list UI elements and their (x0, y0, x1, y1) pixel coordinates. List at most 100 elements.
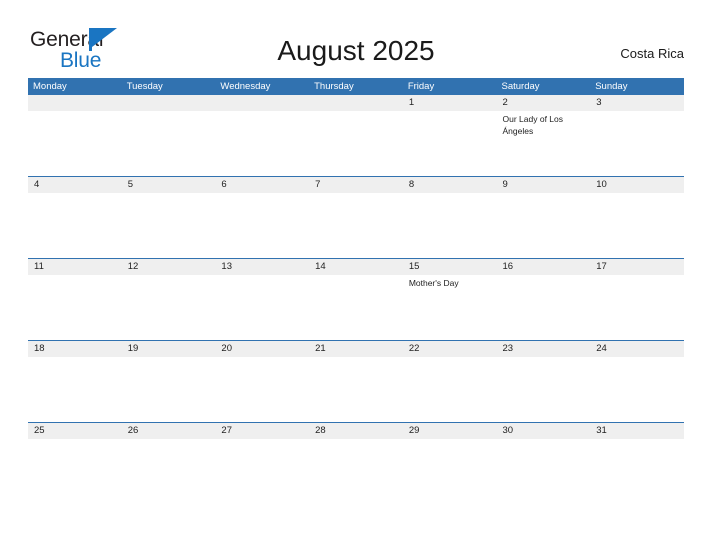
day-number[interactable]: 9 (497, 177, 591, 193)
region-label: Costa Rica (620, 46, 684, 61)
calendar-page: General Blue August 2025 Costa Rica Mond… (0, 0, 712, 550)
week-events-band (28, 357, 684, 422)
flag-triangle (92, 28, 117, 47)
weekday-friday: Friday (407, 81, 435, 92)
weekday-thursday: Thursday (314, 81, 354, 92)
day-event[interactable] (215, 275, 309, 340)
day-event[interactable] (590, 111, 684, 176)
day-number[interactable]: 19 (122, 341, 216, 357)
calendar-grid: Monday Tuesday Wednesday Thursday Friday… (28, 78, 684, 511)
day-event[interactable] (215, 439, 309, 511)
day-number[interactable]: 2 (497, 95, 591, 111)
day-number[interactable]: 14 (309, 259, 403, 275)
day-number[interactable]: 30 (497, 423, 591, 439)
week-row: 1 2 3 Our Lady of Los Ángeles (28, 95, 684, 176)
day-number[interactable]: 26 (122, 423, 216, 439)
day-event[interactable] (403, 193, 497, 258)
day-event[interactable] (497, 193, 591, 258)
day-number[interactable]: 8 (403, 177, 497, 193)
day-event[interactable] (309, 111, 403, 176)
day-event[interactable]: Mother's Day (403, 275, 497, 340)
day-event[interactable] (28, 111, 122, 176)
day-event[interactable] (590, 439, 684, 511)
day-number[interactable]: 11 (28, 259, 122, 275)
week-row: 18 19 20 21 22 23 24 (28, 340, 684, 422)
day-number[interactable]: 21 (309, 341, 403, 357)
day-event[interactable] (122, 357, 216, 422)
weekday-saturday: Saturday (501, 81, 540, 92)
day-number[interactable]: 7 (309, 177, 403, 193)
day-event[interactable] (215, 111, 309, 176)
day-number[interactable]: 10 (590, 177, 684, 193)
day-number[interactable]: 27 (215, 423, 309, 439)
week-events-band (28, 193, 684, 258)
week-daynumber-band: 4 5 6 7 8 9 10 (28, 177, 684, 193)
day-number[interactable]: 23 (497, 341, 591, 357)
day-event[interactable] (122, 439, 216, 511)
week-daynumber-band: 18 19 20 21 22 23 24 (28, 341, 684, 357)
day-number[interactable] (309, 95, 403, 111)
page-title: August 2025 (277, 35, 435, 66)
day-number[interactable]: 3 (590, 95, 684, 111)
day-event[interactable] (403, 111, 497, 176)
weekday-monday: Monday (33, 81, 67, 92)
day-event[interactable] (122, 193, 216, 258)
day-number[interactable]: 28 (309, 423, 403, 439)
day-event[interactable] (590, 193, 684, 258)
week-row: 11 12 13 14 15 16 17 Mother's Day (28, 258, 684, 340)
day-event[interactable] (590, 275, 684, 340)
blue-flag-icon (89, 28, 117, 51)
day-number[interactable]: 17 (590, 259, 684, 275)
day-number[interactable] (215, 95, 309, 111)
logo-text-blue: Blue (60, 49, 102, 72)
week-daynumber-band: 25 26 27 28 29 30 31 (28, 423, 684, 439)
day-event[interactable] (497, 275, 591, 340)
day-number[interactable]: 1 (403, 95, 497, 111)
page-header: General Blue August 2025 Costa Rica (0, 0, 712, 78)
day-number[interactable]: 31 (590, 423, 684, 439)
day-event[interactable] (122, 111, 216, 176)
day-event[interactable] (403, 357, 497, 422)
day-event[interactable] (28, 439, 122, 511)
day-event[interactable] (590, 357, 684, 422)
day-number[interactable]: 13 (215, 259, 309, 275)
day-number[interactable]: 5 (122, 177, 216, 193)
day-number[interactable]: 24 (590, 341, 684, 357)
general-blue-logo[interactable]: General Blue (30, 28, 160, 73)
day-event[interactable] (403, 439, 497, 511)
day-event[interactable] (497, 357, 591, 422)
week-row: 4 5 6 7 8 9 10 (28, 176, 684, 258)
day-number[interactable]: 16 (497, 259, 591, 275)
day-number[interactable]: 18 (28, 341, 122, 357)
day-number[interactable]: 12 (122, 259, 216, 275)
day-event[interactable] (309, 439, 403, 511)
day-number[interactable]: 25 (28, 423, 122, 439)
weekday-header-row: Monday Tuesday Wednesday Thursday Friday… (28, 78, 684, 95)
day-event[interactable] (309, 193, 403, 258)
day-event[interactable] (28, 275, 122, 340)
week-events-band (28, 439, 684, 511)
day-event[interactable] (28, 357, 122, 422)
day-event[interactable]: Our Lady of Los Ángeles (497, 111, 591, 176)
week-daynumber-band: 11 12 13 14 15 16 17 (28, 259, 684, 275)
day-number[interactable] (122, 95, 216, 111)
week-events-band: Our Lady of Los Ángeles (28, 111, 684, 176)
day-number[interactable]: 22 (403, 341, 497, 357)
day-number[interactable]: 20 (215, 341, 309, 357)
day-event[interactable] (122, 275, 216, 340)
day-event[interactable] (309, 275, 403, 340)
day-number[interactable]: 29 (403, 423, 497, 439)
day-event[interactable] (309, 357, 403, 422)
day-event[interactable] (497, 439, 591, 511)
weekday-wednesday: Wednesday (220, 81, 271, 92)
day-event[interactable] (215, 357, 309, 422)
weekday-tuesday: Tuesday (126, 81, 163, 92)
day-number[interactable]: 4 (28, 177, 122, 193)
day-event[interactable] (215, 193, 309, 258)
week-daynumber-band: 1 2 3 (28, 95, 684, 111)
week-row: 25 26 27 28 29 30 31 (28, 422, 684, 511)
day-event[interactable] (28, 193, 122, 258)
day-number[interactable]: 15 (403, 259, 497, 275)
day-number[interactable]: 6 (215, 177, 309, 193)
day-number[interactable] (28, 95, 122, 111)
